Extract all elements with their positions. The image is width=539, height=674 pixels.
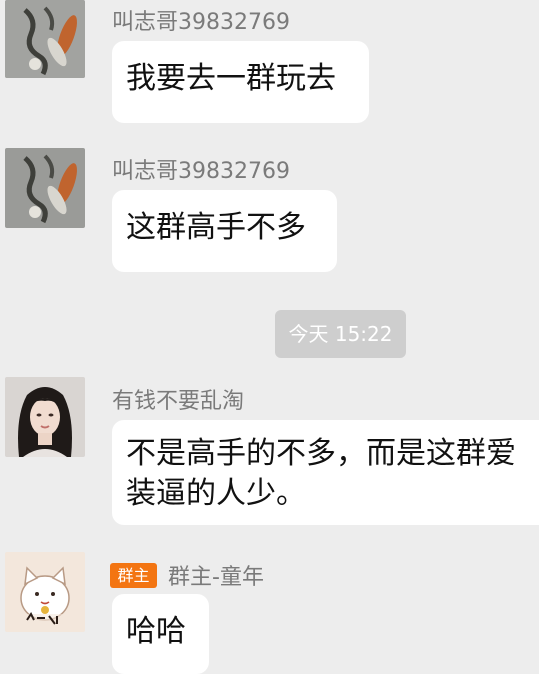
sender-name: 叫志哥39832769 <box>112 159 290 184</box>
sender-avatar[interactable] <box>5 0 85 78</box>
message-line: 装逼的人少。 <box>126 476 306 511</box>
sender-name: 有钱不要乱淘 <box>112 389 245 414</box>
sender-name: 叫志哥39832769 <box>112 10 290 35</box>
lucky-cat-avatar <box>5 552 85 632</box>
message-bubble[interactable]: 我要去一群玩去 <box>112 41 369 123</box>
message-line: 不是高手的不多，而是这群爱 <box>126 436 516 471</box>
message-bubble[interactable]: 不是高手的不多，而是这群爱 装逼的人少。 <box>112 420 539 525</box>
group-owner-badge: 群主 <box>110 563 157 588</box>
sender-avatar[interactable] <box>5 377 85 457</box>
cats-on-gray-avatar <box>5 148 85 228</box>
cats-on-gray-avatar <box>5 0 85 78</box>
message-bubble[interactable]: 这群高手不多 <box>112 190 337 272</box>
timestamp-chip: 今天 15:22 <box>275 310 406 358</box>
sender-avatar[interactable] <box>5 148 85 228</box>
woman-portrait-avatar <box>5 377 85 457</box>
sender-name: 群主-童年 <box>168 565 264 590</box>
message-bubble[interactable]: 哈哈 <box>112 594 209 674</box>
sender-avatar[interactable] <box>5 552 85 632</box>
